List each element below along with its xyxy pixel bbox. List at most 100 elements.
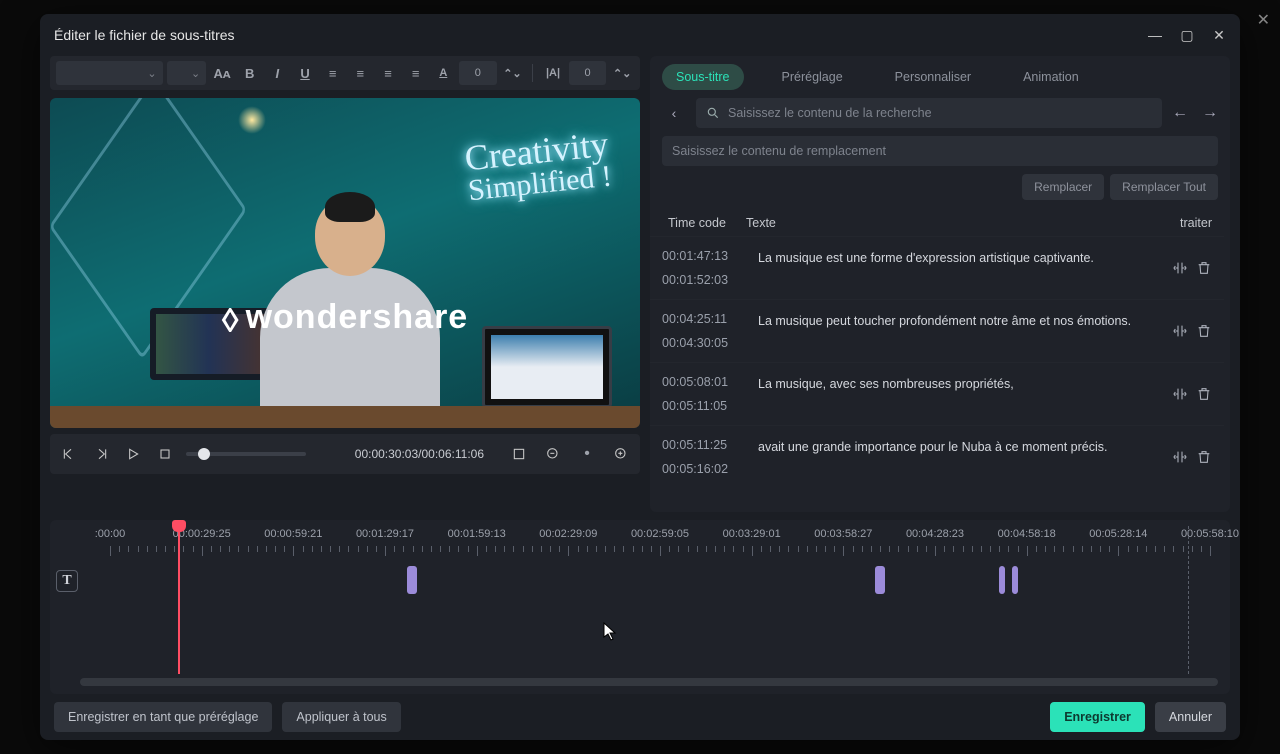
tab-preset[interactable]: Préréglage	[768, 64, 857, 90]
text-track-icon: T	[56, 570, 78, 592]
modal-title: Éditer le fichier de sous-titres	[54, 27, 235, 43]
align-right-button[interactable]: ≡	[376, 61, 400, 85]
replace-placeholder: Saisissez le contenu de remplacement	[672, 144, 886, 158]
subtitle-text[interactable]: La musique est une forme d'expression ar…	[758, 249, 1144, 287]
player-controls: 00:00:30:03/00:06:11:06 •	[50, 434, 640, 474]
subtitle-text[interactable]: avait une grande importance pour le Nuba…	[758, 438, 1144, 476]
subtitle-clip[interactable]	[407, 566, 417, 594]
text-color-button[interactable]: A	[431, 61, 455, 85]
delete-icon[interactable]	[1196, 260, 1212, 276]
char-spacing-stepper[interactable]: ⌃⌄	[501, 61, 525, 85]
back-button[interactable]: ‹	[662, 105, 686, 121]
font-family-select[interactable]: ⌄	[56, 61, 163, 85]
wondershare-logo: ◊wondershare	[222, 298, 468, 337]
tab-customize[interactable]: Personnaliser	[881, 64, 985, 90]
font-size-select[interactable]: ⌄	[167, 61, 207, 85]
merge-icon[interactable]	[1172, 323, 1188, 339]
ruler-label: 00:01:59:13	[448, 528, 506, 540]
subtitle-row[interactable]: 00:01:47:1300:01:52:03 La musique est une…	[650, 236, 1224, 299]
close-icon[interactable]: ✕	[1212, 28, 1226, 42]
subtitle-text[interactable]: La musique peut toucher profondément not…	[758, 312, 1144, 350]
subtitle-clip[interactable]	[999, 566, 1005, 594]
prev-frame-button[interactable]	[58, 443, 80, 465]
prev-match-button[interactable]: ←	[1172, 104, 1188, 122]
subtitle-clip[interactable]	[1012, 566, 1018, 594]
titlebar: Éditer le fichier de sous-titres — ▢ ✕	[40, 14, 1240, 56]
merge-icon[interactable]	[1172, 260, 1188, 276]
line-height-icon[interactable]: |A|	[541, 61, 565, 85]
tab-animation[interactable]: Animation	[1009, 64, 1093, 90]
char-spacing-input[interactable]: 0	[459, 61, 496, 85]
apply-all-button[interactable]: Appliquer à tous	[282, 702, 400, 732]
subtitle-times: 00:01:47:1300:01:52:03	[662, 249, 740, 287]
ruler-label: 00:05:58:10	[1181, 528, 1239, 540]
cancel-button[interactable]: Annuler	[1155, 702, 1226, 732]
subtitle-row[interactable]: 00:05:08:0100:05:11:05 La musique, avec s…	[650, 362, 1224, 425]
crop-icon[interactable]	[508, 443, 530, 465]
ruler-label: 00:02:29:09	[539, 528, 597, 540]
save-preset-button[interactable]: Enregistrer en tant que préréglage	[54, 702, 272, 732]
replace-input[interactable]: Saisissez le contenu de remplacement	[662, 136, 1218, 166]
subtitle-clip[interactable]	[875, 566, 885, 594]
save-button[interactable]: Enregistrer	[1050, 702, 1145, 732]
align-justify-button[interactable]: ≡	[404, 61, 428, 85]
subtitle-editor-modal: Éditer le fichier de sous-titres — ▢ ✕ ⌄…	[40, 14, 1240, 740]
volume-slider[interactable]	[186, 452, 306, 456]
ruler-label: 00:03:29:01	[723, 528, 781, 540]
line-height-stepper[interactable]: ⌃⌄	[610, 61, 634, 85]
italic-button[interactable]: I	[266, 61, 290, 85]
playhead[interactable]	[178, 524, 180, 674]
subtitle-times: 00:05:08:0100:05:11:05	[662, 375, 740, 413]
search-icon	[706, 106, 720, 120]
subtitle-text[interactable]: La musique, avec ses nombreuses propriét…	[758, 375, 1144, 413]
zoom-in-icon[interactable]	[610, 443, 632, 465]
neon-text-decor: Creativity Simplified !	[463, 126, 613, 207]
ruler-label: 00:04:28:23	[906, 528, 964, 540]
playhead-time: 00:00:30:03/00:06:11:06	[355, 447, 484, 461]
underline-button[interactable]: U	[293, 61, 317, 85]
line-height-input[interactable]: 0	[569, 61, 606, 85]
subtitle-row[interactable]: 00:04:25:1100:04:30:05La musique peut to…	[650, 299, 1224, 362]
maximize-icon[interactable]: ▢	[1180, 28, 1194, 42]
modal-footer: Enregistrer en tant que préréglage Appli…	[40, 694, 1240, 740]
delete-icon[interactable]	[1196, 386, 1212, 402]
tab-subtitle[interactable]: Sous-titre	[662, 64, 744, 90]
replace-all-button[interactable]: Remplacer Tout	[1110, 174, 1218, 200]
col-timecode: Time code	[668, 216, 746, 230]
delete-icon[interactable]	[1196, 449, 1212, 465]
merge-icon[interactable]	[1172, 449, 1188, 465]
ruler-label: 00:01:29:17	[356, 528, 414, 540]
desk-decor	[50, 406, 640, 428]
bold-button[interactable]: B	[238, 61, 262, 85]
merge-icon[interactable]	[1172, 386, 1188, 402]
ruler-label: 00:03:58:27	[814, 528, 872, 540]
zoom-dot-icon[interactable]: •	[576, 443, 598, 465]
next-frame-button[interactable]	[90, 443, 112, 465]
timeline[interactable]: :00:0000:00:29:2500:00:59:2100:01:29:170…	[50, 520, 1230, 694]
ruler-label: :00:00	[95, 528, 126, 540]
col-action: traiter	[1162, 216, 1212, 230]
font-toolbar: ⌄ ⌄ Aᴀ B I U ≡ ≡ ≡ ≡ A 0 ⌃⌄ |A| 0 ⌃⌄	[50, 56, 640, 90]
align-left-button[interactable]: ≡	[321, 61, 345, 85]
delete-icon[interactable]	[1196, 323, 1212, 339]
next-match-button[interactable]: →	[1202, 104, 1218, 122]
subtitle-list-header: Time code Texte traiter	[650, 210, 1230, 236]
case-icon[interactable]: Aᴀ	[210, 61, 234, 85]
subtitle-list[interactable]: 00:01:47:1300:01:52:03 La musique est une…	[650, 236, 1230, 512]
ruler-label: 00:02:59:05	[631, 528, 689, 540]
minimize-icon[interactable]: —	[1148, 28, 1162, 42]
search-input[interactable]: Saisissez le contenu de la recherche	[696, 98, 1162, 128]
align-center-button[interactable]: ≡	[349, 61, 373, 85]
replace-button[interactable]: Remplacer	[1022, 174, 1104, 200]
timeline-ruler[interactable]: :00:0000:00:29:2500:00:59:2100:01:29:170…	[70, 528, 1210, 562]
video-preview[interactable]: Creativity Simplified ! ◊wondershare	[50, 98, 640, 428]
subtitle-row[interactable]: 00:05:11:2500:05:16:02avait une grande i…	[650, 425, 1224, 488]
timeline-scrollbar[interactable]	[80, 678, 1218, 686]
play-button[interactable]	[122, 443, 144, 465]
timeline-end-marker	[1188, 526, 1189, 674]
app-close-icon[interactable]: ✕	[1257, 10, 1270, 30]
zoom-out-icon[interactable]	[542, 443, 564, 465]
ruler-label: 00:05:28:14	[1089, 528, 1147, 540]
divider	[532, 64, 533, 82]
stop-button[interactable]	[154, 443, 176, 465]
